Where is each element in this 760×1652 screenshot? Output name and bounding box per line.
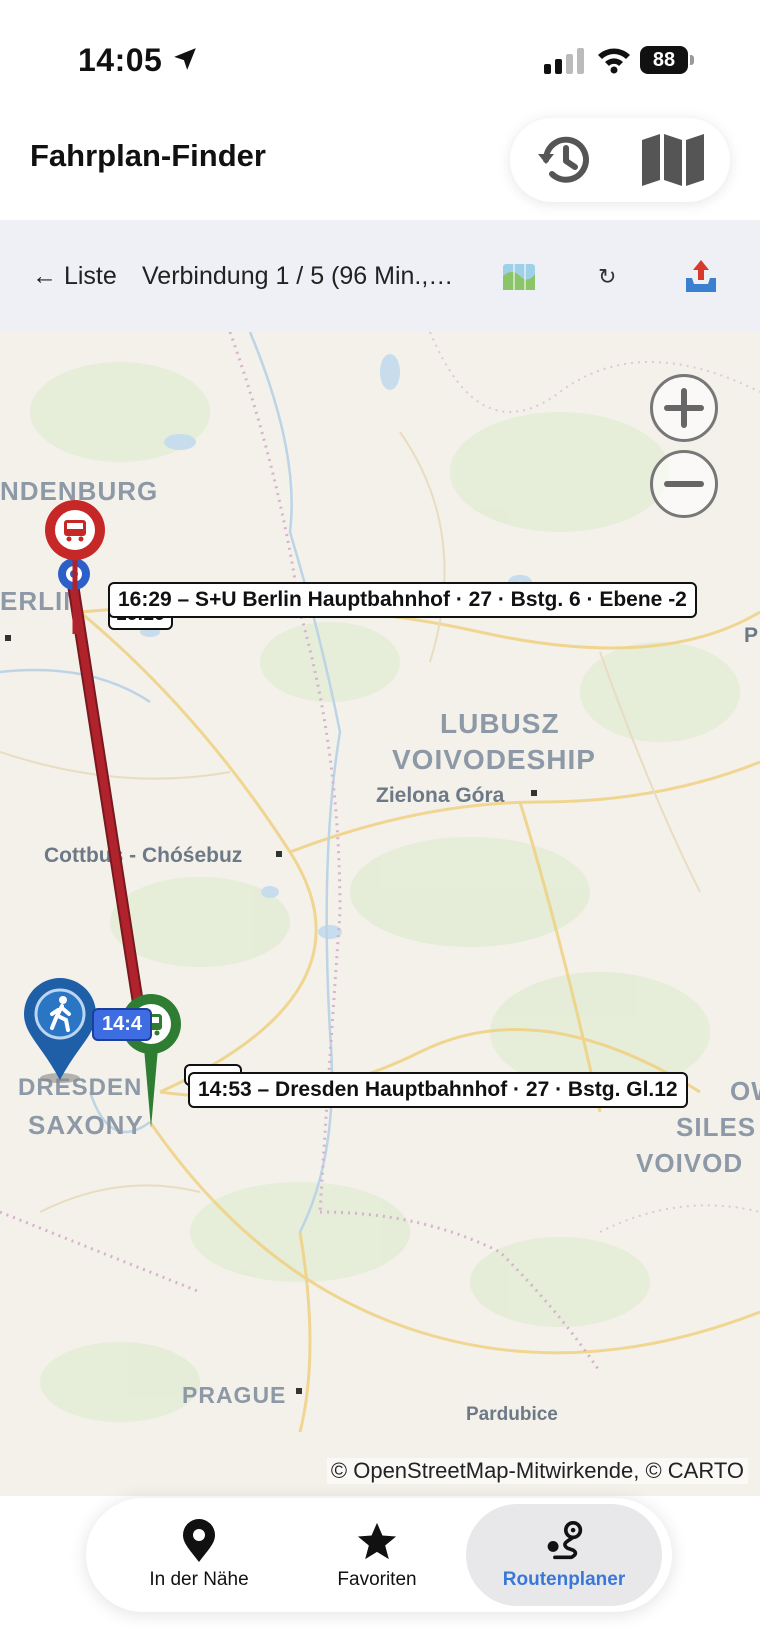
connection-summary[interactable]: Verbindung 1 / 5 (96 Min., 0 Umstiege) [142, 262, 458, 291]
tab-label: In der Nähe [149, 1569, 249, 1590]
tab-label: Favoriten [337, 1569, 417, 1590]
map-label-silesia-1: OW [730, 1076, 760, 1106]
arrival-tag: 16:29 – S+U Berlin Hauptbahnhof · 27 · B… [108, 582, 697, 618]
end-marker-pin[interactable] [40, 498, 110, 638]
share-tray-icon[interactable] [684, 258, 718, 294]
map-label-lubusz: LUBUSZ [440, 708, 560, 739]
departure-tag: 14:53 – Dresden Hauptbahnhof · 27 · Bstg… [188, 1072, 688, 1108]
map-label-zielona-gora: Zielona Góra [376, 784, 505, 807]
wifi-icon [598, 48, 630, 74]
map-emoji-icon[interactable] [502, 262, 536, 292]
zoom-out-button[interactable] [650, 450, 718, 518]
star-icon [357, 1522, 397, 1560]
walk-marker-pin[interactable] [22, 976, 98, 1086]
cellular-signal-icon [544, 48, 584, 74]
map-label-silesia-3: VOIVOD [636, 1148, 744, 1178]
tab-label: Routenplaner [502, 1569, 626, 1590]
map-attribution[interactable]: © OpenStreetMap-Mitwirkende, © CARTO [326, 1458, 748, 1484]
battery-level: 88 [640, 46, 688, 74]
map-label-edge: P [744, 624, 759, 647]
walk-time-tag: 14:4 [92, 1008, 153, 1041]
map-pin-icon [183, 1519, 215, 1562]
tab-favoriten[interactable]: Favoriten [292, 1498, 462, 1612]
plus-icon [664, 388, 704, 428]
reload-icon[interactable]: ↻ [598, 264, 616, 290]
route-map[interactable]: NDENBURG ERLIN LUBUSZ VOIVODESHIP Zielon… [0, 332, 760, 1496]
battery-icon: 88 [640, 46, 696, 74]
map-label-prague: PRAGUE [182, 1382, 287, 1408]
map-label-voivodeship: VOIVODESHIP [392, 744, 596, 775]
location-arrow-icon [174, 48, 196, 70]
page-title: Fahrplan-Finder [30, 138, 266, 173]
map-label-pardubice: Pardubice [466, 1404, 558, 1425]
tab-in-der-naehe[interactable]: In der Nähe [114, 1498, 284, 1612]
tab-routenplaner[interactable]: Routenplaner [466, 1504, 662, 1606]
header-actions [510, 118, 730, 202]
minus-icon [664, 481, 704, 487]
map-label-cottbus: Cottbus - Chóśebuz [44, 844, 243, 867]
status-time: 14:05 [78, 42, 163, 78]
bottom-tab-bar: In der Nähe Favoriten Routenplaner [86, 1498, 672, 1612]
back-to-list-button[interactable]: ← Liste [32, 262, 117, 291]
route-toolbar: ← Liste Verbindung 1 / 5 (96 Min., 0 Ums… [0, 220, 760, 332]
map-icon[interactable] [640, 132, 706, 188]
history-icon[interactable] [534, 130, 594, 190]
route-icon [547, 1521, 583, 1560]
map-label-silesia-2: SILES [676, 1112, 757, 1142]
zoom-in-button[interactable] [650, 374, 718, 442]
